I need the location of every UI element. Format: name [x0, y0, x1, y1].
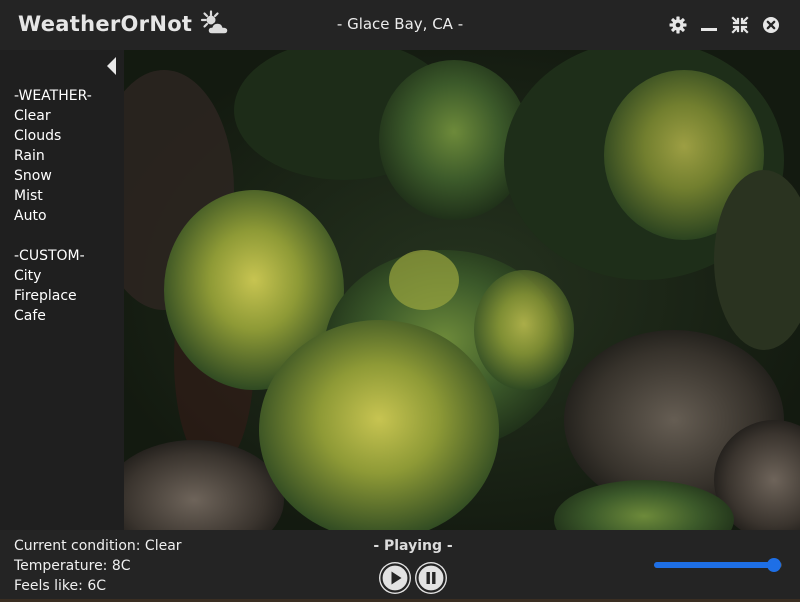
- feels-like-text: Feels like: 6C: [14, 578, 106, 594]
- pause-button[interactable]: [415, 562, 447, 594]
- sidebar-item-snow[interactable]: Snow: [14, 166, 92, 186]
- sidebar: -WEATHER- Clear Clouds Rain Snow Mist Au…: [0, 50, 124, 530]
- play-icon: [380, 563, 410, 593]
- pause-icon: [416, 563, 446, 593]
- settings-gear-icon[interactable]: [668, 15, 688, 35]
- sidebar-item-cafe[interactable]: Cafe: [14, 306, 92, 326]
- forest-aerial-video[interactable]: [124, 50, 800, 530]
- volume-slider[interactable]: [654, 558, 782, 572]
- sidebar-item-mist[interactable]: Mist: [14, 186, 92, 206]
- sidebar-item-auto[interactable]: Auto: [14, 206, 92, 226]
- sidebar-item-clouds[interactable]: Clouds: [14, 126, 92, 146]
- weather-section-header: -WEATHER-: [14, 88, 92, 104]
- menu-spacer: [14, 226, 92, 246]
- restore-icon[interactable]: [730, 15, 750, 35]
- minimize-icon[interactable]: [699, 15, 719, 35]
- sidebar-item-fireplace[interactable]: Fireplace: [14, 286, 92, 306]
- playback-state: - Playing -: [373, 538, 453, 554]
- bottom-bar: Current condition: Clear Temperature: 8C…: [0, 530, 800, 602]
- sidebar-item-city[interactable]: City: [14, 266, 92, 286]
- close-icon[interactable]: [761, 15, 781, 35]
- custom-section-header: -CUSTOM-: [14, 248, 85, 264]
- volume-knob[interactable]: [767, 558, 781, 572]
- play-button[interactable]: [379, 562, 411, 594]
- title-bar: WeatherOrNot - Glace Bay, CA -: [0, 0, 800, 50]
- triangle-left-icon[interactable]: [104, 56, 120, 76]
- forest-scene-image: [124, 50, 800, 530]
- sidebar-item-rain[interactable]: Rain: [14, 146, 92, 166]
- volume-fill: [654, 562, 774, 568]
- temperature-text: Temperature: 8C: [14, 558, 131, 574]
- sidebar-menu: -WEATHER- Clear Clouds Rain Snow Mist Au…: [14, 86, 92, 326]
- sidebar-item-clear[interactable]: Clear: [14, 106, 92, 126]
